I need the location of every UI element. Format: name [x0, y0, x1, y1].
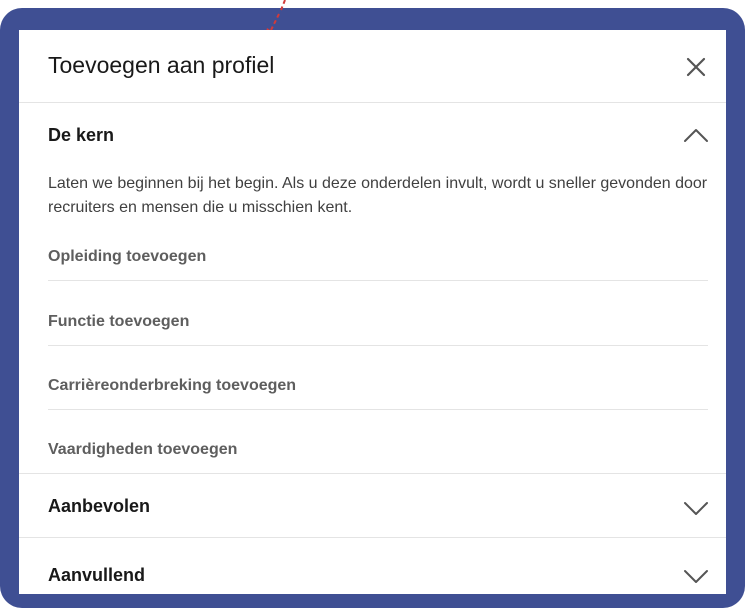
add-position-item[interactable]: Functie toevoegen — [48, 301, 708, 365]
chevron-down-icon — [684, 570, 708, 583]
chevron-up-icon — [684, 129, 708, 142]
section-title: Aanbevolen — [48, 496, 151, 516]
add-education-item[interactable]: Opleiding toevoegen — [48, 236, 708, 300]
add-career-break-item[interactable]: Carrièreonderbreking toevoegen — [48, 365, 708, 429]
chevron-down-icon — [684, 502, 708, 515]
section-header-de-kern[interactable]: De kern — [19, 103, 726, 163]
add-to-profile-dialog: Toevoegen aan profiel De kern Laten we b… — [19, 30, 726, 594]
add-position-label: Functie toevoegen — [48, 313, 190, 330]
section-title: Aanvullend — [48, 565, 146, 585]
divider — [48, 280, 708, 281]
section-description: Laten we beginnen bij het begin. Als u d… — [48, 175, 708, 216]
divider — [48, 409, 708, 410]
close-icon[interactable] — [683, 54, 709, 80]
divider — [48, 345, 708, 346]
add-career-break-label: Carrièreonderbreking toevoegen — [48, 377, 297, 394]
section-header-aanvullend[interactable]: Aanvullend — [19, 538, 726, 594]
section-header-aanbevolen[interactable]: Aanbevolen — [19, 474, 726, 534]
section-title: De kern — [48, 125, 115, 145]
dialog-title: Toevoegen aan profiel — [48, 52, 275, 78]
add-education-label: Opleiding toevoegen — [48, 248, 207, 265]
screenshot-frame: Toevoegen aan profiel De kern Laten we b… — [0, 0, 745, 608]
dialog-header: Toevoegen aan profiel — [19, 30, 726, 103]
add-skills-label: Vaardigheden toevoegen — [48, 441, 238, 458]
